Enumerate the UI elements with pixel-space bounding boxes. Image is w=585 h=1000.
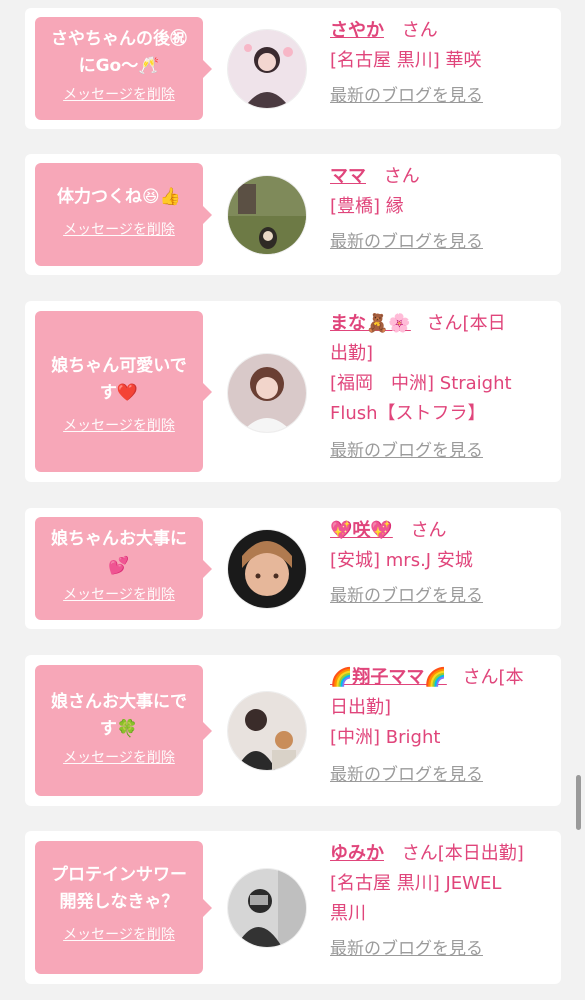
latest-blog-link[interactable]: 最新のブログを見る [330,584,552,608]
message-card: 体力つくね😆👍 メッセージを削除 ママ さん [豊橋] 縁 最新のブログを見る [25,154,561,275]
latest-blog-link[interactable]: 最新のブログを見る [330,230,552,254]
message-bubble: 娘さんお大事にで す🍀 メッセージを削除 [35,665,212,796]
message-feed: さやちゃんの後㊗ にGo〜🥂 メッセージを削除 さやか さん [名古屋 黒川] … [0,0,585,1000]
message-bubble: 体力つくね😆👍 メッセージを削除 [35,163,212,266]
sender-info: 💖咲💖 さん [安城] mrs.J 安城 最新のブログを見る [330,516,552,608]
sender-honorific: さん[本日出勤] [401,843,524,864]
delete-message-link[interactable]: メッセージを削除 [43,926,195,944]
delete-message-link[interactable]: メッセージを削除 [43,586,195,604]
shop-label: [中洲] Bright [330,727,441,748]
message-text-line: 体力つくね😆👍 [57,187,181,207]
avatar-photo-icon[interactable] [227,529,307,609]
sender-honorific: さん[本日 [426,313,506,334]
message-bubble: さやちゃんの後㊗ にGo〜🥂 メッセージを削除 [35,17,212,120]
sender-honorific: さん [383,166,420,187]
sender-info: ゆみか さん[本日出勤] [名古屋 黒川] JEWEL 黒川 最新のブログを見る [330,839,552,961]
sender-name-link[interactable]: ゆみか [330,843,384,864]
message-card: 娘さんお大事にで す🍀 メッセージを削除 🌈翔子ママ🌈 さん[本 日出勤] [中… [25,655,561,806]
shop-label: [名古屋 黒川] 華咲 [330,50,482,71]
avatar-photo-icon[interactable] [227,29,307,109]
latest-blog-link[interactable]: 最新のブログを見る [330,937,552,961]
message-card: プロテインサワー 開発しなきゃ？ メッセージを削除 ゆみか さん[本日出勤] [… [25,831,561,984]
shop-label-continued: 黒川 [330,903,366,924]
avatar-photo-icon[interactable] [227,175,307,255]
delete-message-link[interactable]: メッセージを削除 [43,86,195,104]
sender-info: まな🧸🌸 さん[本日 出勤] [福岡 中洲] Straight Flush【スト… [330,309,552,463]
message-bubble: 娘ちゃんお大事に 💕 メッセージを削除 [35,517,212,620]
sender-name-link[interactable]: まな🧸🌸 [330,313,411,334]
message-text-line: プロテインサワー [51,865,187,885]
message-text-line: す🍀 [99,719,139,739]
delete-message-link[interactable]: メッセージを削除 [43,749,195,767]
avatar-photo-icon[interactable] [227,691,307,771]
sender-name-link[interactable]: 💖咲💖 [330,520,393,541]
message-text-line: 娘ちゃん可愛いで [51,356,187,376]
shop-label-continued: Flush【ストフラ】 [330,403,486,424]
scrollbar-thumb[interactable] [576,775,581,830]
shop-label: [福岡 中洲] Straight [330,373,512,394]
sender-info: 🌈翔子ママ🌈 さん[本 日出勤] [中洲] Bright 最新のブログを見る [330,663,552,787]
delete-message-link[interactable]: メッセージを削除 [43,221,195,239]
message-text-line: さやちゃんの後㊗ [51,29,187,49]
latest-blog-link[interactable]: 最新のブログを見る [330,439,552,463]
message-text-line: 開発しなきゃ？ [59,892,179,912]
sender-honorific-continued: 日出勤] [330,697,392,718]
message-bubble: プロテインサワー 開発しなきゃ？ メッセージを削除 [35,841,212,974]
message-card: さやちゃんの後㊗ にGo〜🥂 メッセージを削除 さやか さん [名古屋 黒川] … [25,8,561,129]
sender-name-link[interactable]: さやか [330,20,384,41]
message-text-line: 💕 [108,556,130,576]
shop-label: [名古屋 黒川] JEWEL [330,873,502,894]
sender-info: ママ さん [豊橋] 縁 最新のブログを見る [330,162,552,254]
latest-blog-link[interactable]: 最新のブログを見る [330,763,552,787]
message-text-line: す❤️ [99,383,139,403]
sender-info: さやか さん [名古屋 黒川] 華咲 最新のブログを見る [330,16,552,108]
message-text-line: 娘ちゃんお大事に [51,529,187,549]
sender-honorific: さん [401,20,438,41]
avatar-photo-icon[interactable] [227,353,307,433]
avatar-photo-icon[interactable] [227,868,307,948]
sender-name-link[interactable]: ママ [330,166,366,187]
shop-label: [安城] mrs.J 安城 [330,550,473,571]
message-card: 娘ちゃん可愛いで す❤️ メッセージを削除 まな🧸🌸 さん[本日 出勤] [福岡… [25,301,561,482]
sender-honorific-continued: 出勤] [330,343,374,364]
message-card: 娘ちゃんお大事に 💕 メッセージを削除 💖咲💖 さん [安城] mrs.J 安城… [25,508,561,629]
shop-label: [豊橋] 縁 [330,196,404,217]
delete-message-link[interactable]: メッセージを削除 [43,417,195,435]
sender-honorific: さん [410,520,447,541]
message-bubble: 娘ちゃん可愛いで す❤️ メッセージを削除 [35,311,212,472]
sender-name-link[interactable]: 🌈翔子ママ🌈 [330,667,447,688]
message-text-line: にGo〜🥂 [78,56,160,76]
latest-blog-link[interactable]: 最新のブログを見る [330,84,552,108]
message-text-line: 娘さんお大事にで [51,692,187,712]
sender-honorific: さん[本 [462,667,524,688]
